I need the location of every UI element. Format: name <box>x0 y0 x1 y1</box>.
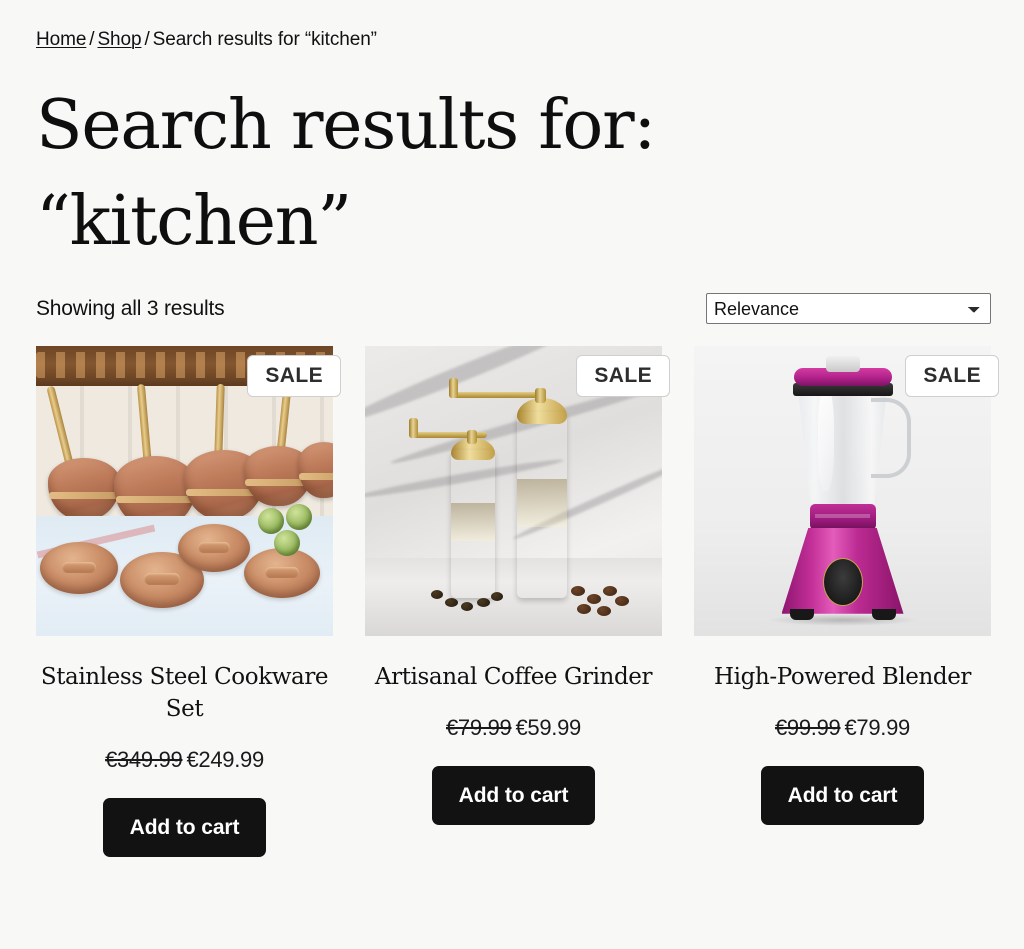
price-sale: €249.99 <box>186 746 265 772</box>
product-price: €79.99 €59.99 <box>446 715 581 741</box>
sale-badge: SALE <box>576 354 670 397</box>
breadcrumb: Home / Shop / Search results for “kitchen” <box>36 28 991 52</box>
results-count: Showing all 3 results <box>36 296 225 320</box>
price-sale: €59.99 <box>515 714 582 740</box>
price-original: €79.99 <box>446 714 512 740</box>
product-grid: SALE Stainless Steel Cookware Set €349.9… <box>36 345 999 857</box>
add-to-cart-button[interactable]: Add to cart <box>760 765 925 825</box>
product-thumbnail-wrap[interactable]: SALE <box>694 345 999 636</box>
product-card[interactable]: SALE Stainless Steel Cookware Set €349.9… <box>36 345 341 857</box>
page-title: Search results for: “kitchen” <box>36 86 656 261</box>
price-original: €349.99 <box>105 746 183 772</box>
sale-badge: SALE <box>905 354 999 397</box>
product-title[interactable]: Stainless Steel Cookware Set <box>40 661 330 725</box>
product-title[interactable]: Artisanal Coffee Grinder <box>375 661 653 693</box>
product-card[interactable]: SALE High-Powered Blender €99.99 €79.99 A… <box>694 345 999 825</box>
add-to-cart-button[interactable]: Add to cart <box>102 797 267 857</box>
add-to-cart-button[interactable]: Add to cart <box>431 765 596 825</box>
results-bar: Showing all 3 results Relevance <box>36 292 991 326</box>
breadcrumb-link-home[interactable]: Home <box>36 29 86 50</box>
search-results-page: Home / Shop / Search results for “kitchen” S… <box>0 0 1024 949</box>
price-original: €99.99 <box>775 714 841 740</box>
product-price: €99.99 €79.99 <box>775 715 910 741</box>
price-sale: €79.99 <box>844 714 911 740</box>
sale-badge: SALE <box>247 354 341 397</box>
sort-select[interactable]: Relevance <box>706 293 991 325</box>
breadcrumb-current: Search results for “kitchen” <box>152 29 377 50</box>
breadcrumb-separator-1: / <box>89 29 95 50</box>
product-thumbnail-wrap[interactable]: SALE <box>36 345 341 636</box>
product-title[interactable]: High-Powered Blender <box>714 661 971 693</box>
breadcrumb-separator-2: / <box>144 29 150 50</box>
product-thumbnail-wrap[interactable]: SALE <box>365 345 670 636</box>
product-card[interactable]: SALE Artisanal Coffee Grinder €79.99 €59.… <box>365 345 670 825</box>
product-price: €349.99 €249.99 <box>105 747 264 773</box>
breadcrumb-link-shop[interactable]: Shop <box>97 29 141 50</box>
